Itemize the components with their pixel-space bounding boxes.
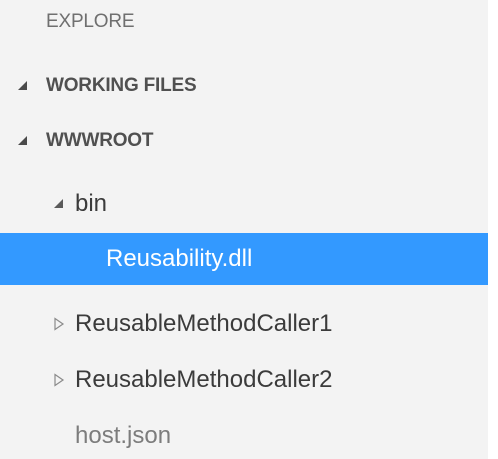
section-working-files-label: WORKING FILES bbox=[46, 75, 197, 96]
section-wwwroot[interactable]: WWWROOT bbox=[0, 114, 488, 168]
tree-file-reusability-dll[interactable]: Reusability.dll bbox=[0, 233, 488, 285]
chevron-expanded-icon[interactable] bbox=[16, 79, 30, 93]
section-wwwroot-label: WWWROOT bbox=[46, 130, 154, 151]
explorer-panel: EXPLORE WORKING FILES WWWROOT bin Reusab… bbox=[0, 0, 488, 459]
tree-file-host-json[interactable]: host.json bbox=[0, 410, 488, 459]
tree-folder-reusablemethodcaller1-label: ReusableMethodCaller1 bbox=[75, 310, 333, 337]
tree-folder-bin[interactable]: bin bbox=[0, 178, 488, 230]
explorer-header: EXPLORE bbox=[46, 11, 135, 32]
tree-folder-bin-label: bin bbox=[75, 190, 108, 217]
tree-folder-reusablemethodcaller2-label: ReusableMethodCaller2 bbox=[75, 366, 333, 393]
chevron-expanded-icon[interactable] bbox=[16, 134, 30, 148]
tree-file-reusability-dll-label: Reusability.dll bbox=[106, 245, 253, 272]
tree-folder-reusablemethodcaller2[interactable]: ReusableMethodCaller2 bbox=[0, 354, 488, 406]
chevron-right-icon[interactable] bbox=[52, 317, 66, 331]
section-working-files[interactable]: WORKING FILES bbox=[0, 59, 488, 113]
chevron-expanded-icon[interactable] bbox=[52, 197, 66, 211]
tree-folder-reusablemethodcaller1[interactable]: ReusableMethodCaller1 bbox=[0, 298, 488, 350]
tree-file-host-json-label: host.json bbox=[75, 422, 172, 449]
chevron-right-icon[interactable] bbox=[52, 373, 66, 387]
